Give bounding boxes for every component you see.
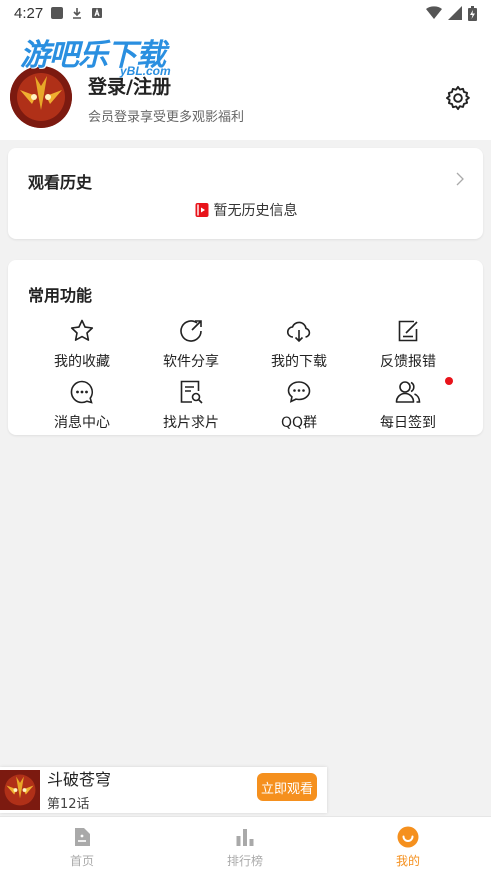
empty-video-icon: [195, 203, 208, 217]
tab-mine-label: 我的: [395, 854, 420, 868]
message-icon: [70, 380, 93, 404]
share-icon: [180, 320, 202, 342]
request-film-button[interactable]: 找片求片: [137, 378, 245, 436]
cellular-signal-icon: [448, 6, 462, 20]
smile-icon: [397, 826, 419, 848]
functions-title: 常用功能: [28, 286, 93, 305]
keyboard-a-icon: [92, 8, 103, 18]
qq-group-button[interactable]: QQ群: [245, 378, 353, 436]
notification-badge-dot: [445, 377, 453, 385]
status-time: 4:27: [14, 4, 44, 22]
ranking-icon: [236, 829, 254, 846]
wifi-icon: [426, 6, 442, 19]
share-app-button[interactable]: 软件分享: [137, 317, 245, 375]
message-center-label: 消息中心: [54, 415, 110, 431]
cover-logo-icon: [0, 770, 40, 810]
watch-history-card[interactable]: 观看历史 暂无历史信息: [8, 148, 483, 239]
tab-home[interactable]: 首页: [32, 825, 132, 869]
my-downloads-button[interactable]: 我的下载: [245, 317, 353, 375]
feedback-edit-icon: [398, 320, 418, 342]
share-app-label: 软件分享: [163, 354, 219, 370]
users-icon: [395, 381, 421, 403]
history-empty-text: 暂无历史信息: [213, 203, 298, 219]
home-icon: [75, 828, 90, 846]
mini-player[interactable]: 斗破苍穹 第12话 立即观看: [0, 767, 327, 813]
request-film-label: 找片求片: [163, 415, 219, 431]
tab-mine[interactable]: 我的: [358, 825, 458, 869]
profile-header: 游吧乐下载 yBL.com 登录/注册 会员登录享受更多观影福利: [0, 26, 491, 140]
daily-checkin-label: 每日签到: [380, 415, 436, 431]
my-downloads-label: 我的下载: [271, 354, 327, 370]
cloud-download-icon: [286, 321, 311, 343]
mini-player-episode: 第12话: [47, 797, 90, 812]
mini-player-title: 斗破苍穹: [47, 770, 112, 789]
bottom-tab-bar: 首页 排行榜 我的: [0, 816, 491, 872]
search-document-icon: [180, 380, 203, 404]
watch-now-button[interactable]: 立即观看: [257, 773, 317, 801]
status-bar: 4:27: [0, 0, 491, 26]
tab-ranking-label: 排行榜: [226, 854, 263, 868]
message-center-button[interactable]: 消息中心: [28, 378, 136, 436]
qq-group-label: QQ群: [280, 415, 318, 431]
daily-checkin-button[interactable]: 每日签到: [354, 378, 462, 436]
member-subtitle: 会员登录享受更多观影福利: [88, 110, 245, 125]
common-functions-card: 常用功能 我的收藏 软件分享 我的下载 反馈报错 消息中心 找片求片 QQ群 每…: [8, 260, 483, 435]
gear-icon[interactable]: [444, 84, 472, 112]
mini-player-cover[interactable]: [0, 770, 40, 810]
avatar[interactable]: [10, 66, 72, 128]
chat-bubble-icon: [287, 381, 311, 403]
battery-icon: [468, 5, 477, 21]
feedback-label: 反馈报错: [380, 354, 436, 370]
tab-ranking[interactable]: 排行榜: [195, 825, 295, 869]
avatar-logo-icon: [10, 66, 72, 128]
favorites-label: 我的收藏: [54, 354, 110, 370]
login-register-link[interactable]: 登录/注册: [88, 72, 171, 99]
download-arrow-icon: [73, 8, 82, 19]
history-title: 观看历史: [28, 173, 93, 192]
feedback-button[interactable]: 反馈报错: [354, 317, 462, 375]
favorites-button[interactable]: 我的收藏: [28, 317, 136, 375]
chevron-right-icon[interactable]: [455, 172, 465, 186]
star-icon: [70, 319, 94, 341]
tab-home-label: 首页: [69, 854, 94, 868]
notification-square-icon: [51, 7, 64, 19]
history-empty-state: 暂无历史信息: [8, 200, 483, 220]
